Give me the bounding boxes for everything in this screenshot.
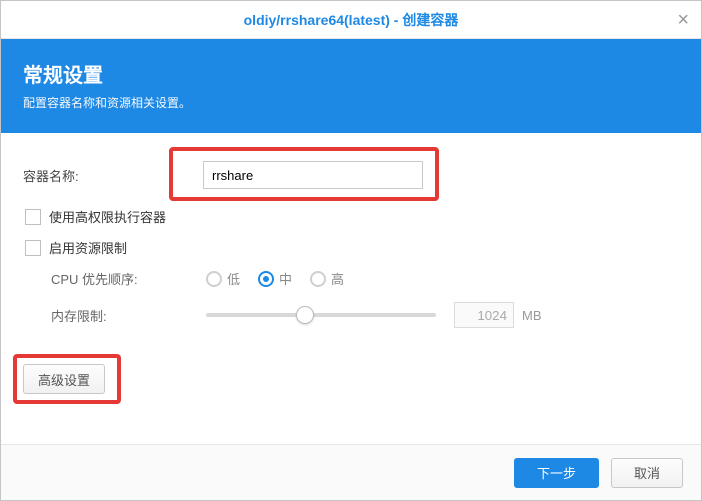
checkbox-icon[interactable] bbox=[25, 240, 41, 256]
resource-limit-label: 启用资源限制 bbox=[49, 238, 127, 257]
next-button[interactable]: 下一步 bbox=[514, 458, 599, 488]
cpu-priority-row: CPU 优先顺序: 低 中 高 bbox=[51, 269, 679, 288]
cpu-radio-high[interactable]: 高 bbox=[310, 269, 344, 288]
container-name-row: 容器名称: bbox=[23, 161, 679, 189]
privileged-checkbox-row[interactable]: 使用高权限执行容器 bbox=[25, 207, 679, 226]
memory-slider[interactable] bbox=[206, 313, 436, 317]
banner-title: 常规设置 bbox=[23, 59, 679, 88]
content-area: 容器名称: 使用高权限执行容器 启用资源限制 CPU 优先顺序: 低 中 高 bbox=[1, 133, 701, 444]
cancel-button[interactable]: 取消 bbox=[611, 458, 683, 488]
checkbox-icon[interactable] bbox=[25, 209, 41, 225]
banner-subtitle: 配置容器名称和资源相关设置。 bbox=[23, 94, 679, 111]
privileged-label: 使用高权限执行容器 bbox=[49, 207, 166, 226]
dialog-window: oldiy/rrshare64(latest) - 创建容器 × 常规设置 配置… bbox=[0, 0, 702, 501]
cpu-priority-label: CPU 优先顺序: bbox=[51, 269, 206, 288]
memory-unit: MB bbox=[522, 308, 542, 323]
footer: 下一步 取消 bbox=[1, 444, 701, 500]
resource-limit-checkbox-row[interactable]: 启用资源限制 bbox=[25, 238, 679, 257]
container-name-input[interactable] bbox=[203, 161, 423, 189]
dialog-title: oldiy/rrshare64(latest) - 创建容器 bbox=[244, 10, 459, 30]
slider-knob-icon[interactable] bbox=[296, 306, 314, 324]
cpu-radio-mid[interactable]: 中 bbox=[258, 269, 292, 288]
memory-limit-row: 内存限制: MB bbox=[51, 302, 679, 328]
cpu-radio-low[interactable]: 低 bbox=[206, 269, 240, 288]
memory-limit-label: 内存限制: bbox=[51, 306, 206, 325]
close-icon[interactable]: × bbox=[677, 10, 689, 30]
advanced-settings-button[interactable]: 高级设置 bbox=[23, 364, 105, 394]
cpu-priority-radios: 低 中 高 bbox=[206, 269, 344, 288]
banner: 常规设置 配置容器名称和资源相关设置。 bbox=[1, 39, 701, 133]
titlebar: oldiy/rrshare64(latest) - 创建容器 × bbox=[1, 1, 701, 39]
container-name-label: 容器名称: bbox=[23, 166, 203, 185]
memory-value-input[interactable] bbox=[454, 302, 514, 328]
